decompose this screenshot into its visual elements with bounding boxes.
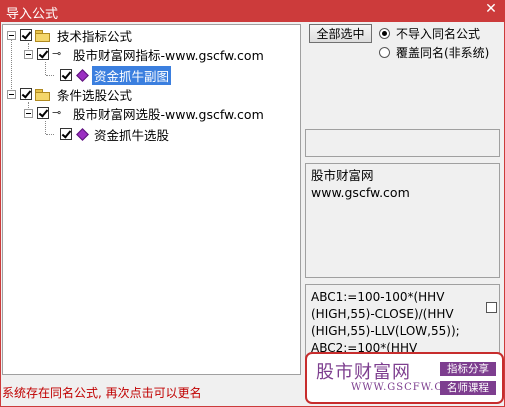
radio-no-import[interactable]: 不导入同名公式: [379, 25, 480, 41]
tree-node-label: 技术指标公式: [57, 28, 133, 44]
radio-button[interactable]: [379, 27, 390, 39]
close-icon[interactable]: ✕: [483, 1, 499, 19]
formula-gem-icon: [76, 127, 89, 141]
tree-connector: [45, 62, 46, 75]
tree-node-tech-indicators[interactable]: 技术指标公式: [7, 26, 134, 44]
tree-node-label: 条件选股公式: [57, 87, 133, 103]
radio-button[interactable]: [379, 46, 390, 58]
empty-panel: [305, 129, 500, 157]
tree-connector: [45, 121, 46, 134]
tree-node-indicator-group[interactable]: ⊸ 股市财富网指标-www.gscfw.com: [24, 45, 266, 63]
key-icon: ⊸: [52, 106, 62, 119]
tree-checkbox[interactable]: [60, 128, 72, 140]
tree-connector: [46, 75, 54, 76]
folder-icon: [35, 88, 50, 101]
tree-checkbox[interactable]: [20, 88, 32, 100]
collapse-icon[interactable]: [7, 30, 16, 40]
tree-node-label: 资金抓牛副图: [92, 65, 172, 85]
tree-checkbox[interactable]: [37, 107, 49, 119]
formula-info-panel: 股市财富网 www.gscfw.com: [305, 163, 500, 278]
tree-node-stock-selection[interactable]: 条件选股公式: [7, 85, 134, 103]
radio-label: 覆盖同名(非系统): [396, 45, 490, 60]
code-checkbox[interactable]: [486, 302, 497, 313]
folder-icon: [35, 29, 50, 42]
key-icon: ⊸: [52, 47, 62, 60]
info-line: 股市财富网: [311, 168, 374, 183]
formula-tree[interactable]: 技术指标公式 ⊸ 股市财富网指标-www.gscfw.com 资金抓牛副图 条件…: [2, 24, 301, 375]
tree-node-indicator-formula[interactable]: 资金抓牛副图: [60, 65, 172, 85]
collapse-icon[interactable]: [7, 89, 16, 99]
radio-label: 不导入同名公式: [396, 26, 481, 41]
collapse-icon[interactable]: [24, 49, 33, 59]
formula-gem-icon: [76, 68, 89, 82]
radio-overwrite[interactable]: 覆盖同名(非系统): [379, 44, 489, 60]
status-message: 系统存在同名公式, 再次点击可以更名: [2, 386, 202, 400]
window-title: 导入公式: [6, 7, 59, 22]
brand-watermark: 股市财富网 WWW.GSCFW.COM 指标分享 名师课程: [305, 352, 504, 404]
brand-name: 股市财富网: [316, 362, 411, 383]
select-all-button[interactable]: 全部选中: [309, 24, 372, 43]
collapse-icon[interactable]: [24, 108, 33, 118]
brand-tag: 名师课程: [440, 381, 496, 395]
formula-code-text: ABC1:=100-100*(HHV (HIGH,55)-CLOSE)/(HHV…: [311, 290, 460, 355]
tree-node-label: 资金抓牛选股: [94, 127, 170, 143]
title-bar: 导入公式 ✕: [0, 0, 505, 22]
tree-checkbox[interactable]: [37, 48, 49, 60]
tree-checkbox[interactable]: [20, 29, 32, 41]
info-line: www.gscfw.com: [311, 185, 410, 200]
tree-node-label: 股市财富网选股-www.gscfw.com: [73, 106, 264, 122]
tree-node-selection-formula[interactable]: 资金抓牛选股: [60, 125, 171, 143]
tree-checkbox[interactable]: [60, 69, 72, 81]
brand-tag: 指标分享: [440, 362, 496, 376]
tree-node-selection-group[interactable]: ⊸ 股市财富网选股-www.gscfw.com: [24, 104, 266, 122]
tree-connector: [46, 134, 54, 135]
tree-node-label: 股市财富网指标-www.gscfw.com: [73, 47, 264, 63]
